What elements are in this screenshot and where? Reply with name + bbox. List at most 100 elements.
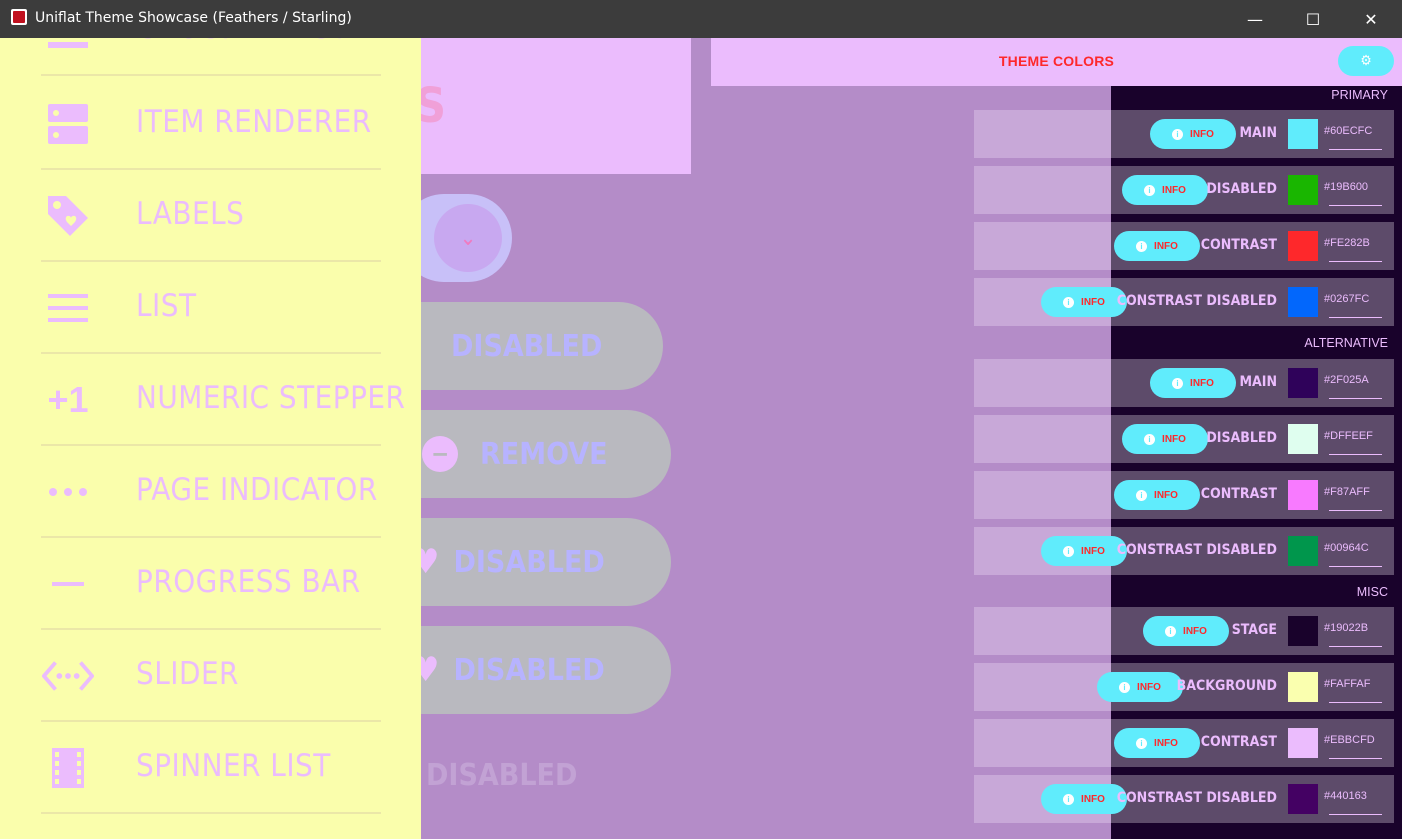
background-disabled-button-label: DISABLED (451, 328, 603, 364)
color-row-alternative-contrast: i INFO CONTRAST #F87AFF (1111, 471, 1394, 519)
hex-input[interactable]: #440163 (1324, 790, 1382, 802)
drawer-item-label: NUMERIC STEPPER (136, 380, 406, 416)
row-ghost (974, 607, 1111, 655)
theme-colors-title: THEME COLORS (998, 53, 1115, 69)
hex-underline (1329, 149, 1382, 150)
drawer-item-list[interactable]: LIST (0, 262, 421, 354)
info-button[interactable]: i INFO (1041, 536, 1127, 566)
info-button[interactable]: i INFO (1150, 368, 1236, 398)
info-button-label: INFO (1137, 681, 1161, 693)
info-button[interactable]: i INFO (1122, 175, 1208, 205)
hex-input[interactable]: #EBBCFD (1324, 734, 1382, 746)
hex-input[interactable]: #60ECFC (1324, 125, 1382, 137)
hex-value: 0267FC (1330, 293, 1370, 305)
hex-input[interactable]: #F87AFF (1324, 486, 1382, 498)
drawer-item-progress-bar[interactable]: PROGRESS BAR (0, 538, 421, 630)
drawer-item-label: GROUPED LIST (136, 38, 349, 46)
drawer-item-label: LABELS (136, 196, 245, 232)
app-icon (11, 9, 27, 25)
info-button[interactable]: i INFO (1114, 728, 1200, 758)
info-button[interactable]: i INFO (1097, 672, 1183, 702)
color-row-alternative-constrast-disabled: i INFO CONSTRAST DISABLED #00964C (1041, 527, 1394, 575)
drawer-item-label: ITEM RENDERER (136, 104, 372, 140)
hex-value: FE282B (1330, 237, 1370, 249)
drawer-item-label: PAGE INDICATOR (136, 472, 378, 508)
info-button[interactable]: i INFO (1041, 287, 1127, 317)
drawer-item-labels[interactable]: LABELS (0, 170, 421, 262)
hex-input[interactable]: #19B600 (1324, 181, 1382, 193)
maximize-button[interactable]: ☐ (1284, 0, 1342, 38)
background-heart-button-1[interactable]: ♥ DISABLED (380, 518, 671, 606)
color-swatch (1288, 784, 1318, 814)
drawer-item-slider[interactable]: SLIDER (0, 630, 421, 722)
info-button[interactable]: i INFO (1041, 784, 1127, 814)
hex-value: 2F025A (1330, 374, 1369, 386)
close-button[interactable]: ✕ (1342, 0, 1400, 38)
section-title-alternative: ALTERNATIVE (1304, 336, 1388, 350)
hex-underline (1329, 646, 1382, 647)
drawer-item-grouped-list[interactable]: GROUPED LIST (0, 38, 421, 76)
hex-input[interactable]: #19022B (1324, 622, 1382, 634)
hex-underline (1329, 205, 1382, 206)
hex-underline (1329, 702, 1382, 703)
info-button[interactable]: i INFO (1114, 231, 1200, 261)
info-button[interactable]: i INFO (1150, 119, 1236, 149)
info-icon: i (1172, 128, 1184, 140)
hex-value: 19022B (1330, 622, 1369, 634)
background-disabled-button[interactable]: DISABLED (380, 302, 663, 390)
color-row-primary-main: i INFO MAIN #60ECFC (1111, 110, 1394, 158)
film-icon (42, 742, 94, 794)
background-remove-button-label: REMOVE (480, 436, 608, 472)
chevron-down-icon: ⌄ (434, 204, 502, 272)
info-button[interactable]: i INFO (1122, 424, 1208, 454)
row-ghost (974, 719, 1111, 767)
row-ghost (974, 359, 1111, 407)
color-swatch (1288, 175, 1318, 205)
info-button[interactable]: i INFO (1143, 616, 1229, 646)
color-row-misc-stage: i INFO STAGE #19022B (1111, 607, 1394, 655)
section-title-primary: PRIMARY (1331, 88, 1388, 102)
drawer-item-page-indicator[interactable]: PAGE INDICATOR (0, 446, 421, 538)
divider (41, 74, 381, 76)
hex-input[interactable]: #DFFEEF (1324, 430, 1382, 442)
color-name: STAGE (1231, 622, 1277, 638)
hex-input[interactable]: #FAFFAF (1324, 678, 1382, 690)
row-ghost (974, 166, 1111, 214)
drawer-item-spinner-list[interactable]: SPINNER LIST (0, 722, 421, 814)
row-ghost (974, 663, 1111, 711)
hex-value: 00964C (1330, 542, 1369, 554)
info-button-label: INFO (1154, 737, 1178, 749)
row-ghost (974, 471, 1111, 519)
drawer-item-numeric-stepper[interactable]: +1 NUMERIC STEPPER (0, 354, 421, 446)
color-row-primary-contrast: i INFO CONTRAST #FE282B (1111, 222, 1394, 270)
divider (41, 812, 381, 814)
settings-button[interactable]: ⚙ (1338, 46, 1394, 76)
minimize-button[interactable]: — (1226, 0, 1284, 38)
hex-underline (1329, 398, 1382, 399)
color-swatch (1288, 672, 1318, 702)
drawer-item-item-renderer[interactable]: ITEM RENDERER (0, 78, 421, 170)
hex-value: 440163 (1330, 790, 1367, 802)
drawer-item-label: SPINNER LIST (136, 748, 331, 784)
hex-value: EBBCFD (1330, 734, 1375, 746)
tag-icon (42, 190, 94, 242)
info-icon: i (1144, 433, 1156, 445)
hex-input[interactable]: #00964C (1324, 542, 1382, 554)
minimize-icon: — (1247, 9, 1263, 29)
drawer-item-label: LIST (136, 288, 197, 324)
background-remove-button[interactable]: − REMOVE (380, 410, 671, 498)
info-button[interactable]: i INFO (1114, 480, 1200, 510)
section-title-misc: MISC (1356, 585, 1388, 599)
drawer-item-label: PROGRESS BAR (136, 564, 361, 600)
hex-input[interactable]: #0267FC (1324, 293, 1382, 305)
color-swatch (1288, 231, 1318, 261)
color-name: BACKGROUND (1176, 678, 1277, 694)
color-name: MAIN (1239, 374, 1277, 390)
background-heart-button-2[interactable]: ♥ DISABLED (380, 626, 671, 714)
background-heart-button-1-label: DISABLED (453, 544, 605, 580)
list-icon (42, 282, 94, 334)
hex-input[interactable]: #2F025A (1324, 374, 1382, 386)
hex-input[interactable]: #FE282B (1324, 237, 1382, 249)
color-name: CONTRAST (1200, 237, 1277, 253)
color-name: CONTRAST (1200, 486, 1277, 502)
